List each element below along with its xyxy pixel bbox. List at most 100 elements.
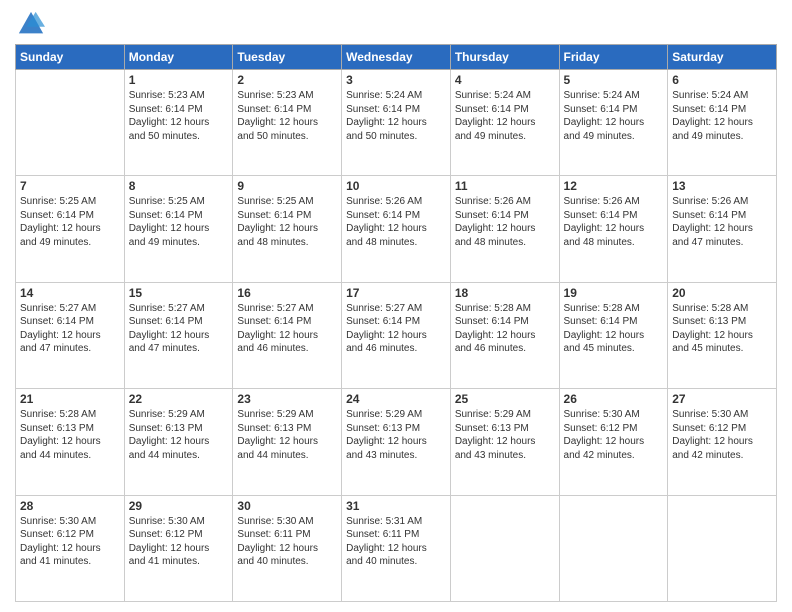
logo [15, 10, 45, 38]
day-number: 28 [20, 499, 120, 513]
calendar-cell [450, 495, 559, 601]
day-info: Sunrise: 5:29 AM Sunset: 6:13 PM Dayligh… [237, 408, 337, 462]
day-info: Sunrise: 5:30 AM Sunset: 6:12 PM Dayligh… [564, 408, 664, 462]
calendar-cell: 30 Sunrise: 5:30 AM Sunset: 6:11 PM Dayli… [233, 495, 342, 601]
day-header-monday: Monday [124, 45, 233, 70]
day-info: Sunrise: 5:28 AM Sunset: 6:14 PM Dayligh… [455, 302, 555, 356]
calendar-cell: 11Sunrise: 5:26 AM Sunset: 6:14 PM Dayli… [450, 176, 559, 282]
day-number: 4 [455, 73, 555, 87]
calendar-cell: 25 Sunrise: 5:29 AM Sunset: 6:13 PM Dayli… [450, 389, 559, 495]
calendar-cell: 24 Sunrise: 5:29 AM Sunset: 6:13 PM Dayli… [342, 389, 451, 495]
day-number: 8 [129, 179, 229, 193]
day-number: 25 [455, 392, 555, 406]
day-info: Sunrise: 5:26 AM Sunset: 6:14 PM Dayligh… [672, 195, 772, 249]
day-info: Sunrise: 5:30 AM Sunset: 6:12 PM Dayligh… [20, 515, 120, 569]
day-info: Sunrise: 5:29 AM Sunset: 6:13 PM Dayligh… [346, 408, 446, 462]
day-number: 23 [237, 392, 337, 406]
calendar-cell: 13 Sunrise: 5:26 AM Sunset: 6:14 PM Dayli… [668, 176, 777, 282]
day-info: Sunrise: 5:30 AM Sunset: 6:12 PM Dayligh… [129, 515, 229, 569]
calendar: SundayMondayTuesdayWednesdayThursdayFrid… [15, 44, 777, 602]
day-number: 7 [20, 179, 120, 193]
day-info: Sunrise: 5:28 AM Sunset: 6:14 PM Dayligh… [564, 302, 664, 356]
calendar-cell: 20 Sunrise: 5:28 AM Sunset: 6:13 PM Dayli… [668, 282, 777, 388]
day-number: 13 [672, 179, 772, 193]
calendar-cell: 10Sunrise: 5:26 AM Sunset: 6:14 PM Dayli… [342, 176, 451, 282]
day-number: 9 [237, 179, 337, 193]
day-info: Sunrise: 5:30 AM Sunset: 6:11 PM Dayligh… [237, 515, 337, 569]
day-info: Sunrise: 5:26 AM Sunset: 6:14 PM Dayligh… [455, 195, 555, 249]
day-info: Sunrise: 5:27 AM Sunset: 6:14 PM Dayligh… [20, 302, 120, 356]
header [15, 10, 777, 38]
day-info: Sunrise: 5:28 AM Sunset: 6:13 PM Dayligh… [672, 302, 772, 356]
calendar-cell: 14 Sunrise: 5:27 AM Sunset: 6:14 PM Dayli… [16, 282, 125, 388]
calendar-cell [559, 495, 668, 601]
calendar-cell: 5 Sunrise: 5:24 AM Sunset: 6:14 PM Daylig… [559, 70, 668, 176]
day-number: 15 [129, 286, 229, 300]
day-info: Sunrise: 5:23 AM Sunset: 6:14 PM Dayligh… [237, 89, 337, 143]
calendar-cell: 28 Sunrise: 5:30 AM Sunset: 6:12 PM Dayli… [16, 495, 125, 601]
day-number: 2 [237, 73, 337, 87]
day-info: Sunrise: 5:24 AM Sunset: 6:14 PM Dayligh… [455, 89, 555, 143]
day-number: 14 [20, 286, 120, 300]
day-header-thursday: Thursday [450, 45, 559, 70]
calendar-cell: 21Sunrise: 5:28 AM Sunset: 6:13 PM Dayli… [16, 389, 125, 495]
day-number: 6 [672, 73, 772, 87]
day-info: Sunrise: 5:26 AM Sunset: 6:14 PM Dayligh… [564, 195, 664, 249]
day-info: Sunrise: 5:27 AM Sunset: 6:14 PM Dayligh… [129, 302, 229, 356]
day-info: Sunrise: 5:26 AM Sunset: 6:14 PM Dayligh… [346, 195, 446, 249]
calendar-cell: 29Sunrise: 5:30 AM Sunset: 6:12 PM Dayli… [124, 495, 233, 601]
day-number: 30 [237, 499, 337, 513]
day-number: 12 [564, 179, 664, 193]
day-number: 31 [346, 499, 446, 513]
day-number: 16 [237, 286, 337, 300]
calendar-header-row: SundayMondayTuesdayWednesdayThursdayFrid… [16, 45, 777, 70]
day-header-sunday: Sunday [16, 45, 125, 70]
day-info: Sunrise: 5:29 AM Sunset: 6:13 PM Dayligh… [455, 408, 555, 462]
day-number: 19 [564, 286, 664, 300]
calendar-cell: 17 Sunrise: 5:27 AM Sunset: 6:14 PM Dayli… [342, 282, 451, 388]
day-header-tuesday: Tuesday [233, 45, 342, 70]
calendar-cell: 15 Sunrise: 5:27 AM Sunset: 6:14 PM Dayli… [124, 282, 233, 388]
calendar-cell: 1 Sunrise: 5:23 AM Sunset: 6:14 PM Daylig… [124, 70, 233, 176]
day-header-saturday: Saturday [668, 45, 777, 70]
calendar-cell: 31 Sunrise: 5:31 AM Sunset: 6:11 PM Dayli… [342, 495, 451, 601]
calendar-cell: 8 Sunrise: 5:25 AM Sunset: 6:14 PM Daylig… [124, 176, 233, 282]
day-info: Sunrise: 5:24 AM Sunset: 6:14 PM Dayligh… [346, 89, 446, 143]
calendar-cell: 7 Sunrise: 5:25 AM Sunset: 6:14 PM Daylig… [16, 176, 125, 282]
page: SundayMondayTuesdayWednesdayThursdayFrid… [0, 0, 792, 612]
day-info: Sunrise: 5:24 AM Sunset: 6:14 PM Dayligh… [564, 89, 664, 143]
day-info: Sunrise: 5:31 AM Sunset: 6:11 PM Dayligh… [346, 515, 446, 569]
calendar-cell: 22 Sunrise: 5:29 AM Sunset: 6:13 PM Dayli… [124, 389, 233, 495]
calendar-cell: 16 Sunrise: 5:27 AM Sunset: 6:14 PM Dayli… [233, 282, 342, 388]
logo-icon [17, 10, 45, 38]
day-number: 5 [564, 73, 664, 87]
calendar-week-2: 7 Sunrise: 5:25 AM Sunset: 6:14 PM Daylig… [16, 176, 777, 282]
calendar-cell: 23 Sunrise: 5:29 AM Sunset: 6:13 PM Dayli… [233, 389, 342, 495]
day-header-wednesday: Wednesday [342, 45, 451, 70]
day-number: 24 [346, 392, 446, 406]
day-info: Sunrise: 5:28 AM Sunset: 6:13 PM Dayligh… [20, 408, 120, 462]
day-info: Sunrise: 5:25 AM Sunset: 6:14 PM Dayligh… [129, 195, 229, 249]
calendar-week-1: 1 Sunrise: 5:23 AM Sunset: 6:14 PM Daylig… [16, 70, 777, 176]
day-info: Sunrise: 5:27 AM Sunset: 6:14 PM Dayligh… [237, 302, 337, 356]
calendar-cell: 3 Sunrise: 5:24 AM Sunset: 6:14 PM Daylig… [342, 70, 451, 176]
calendar-cell: 4 Sunrise: 5:24 AM Sunset: 6:14 PM Daylig… [450, 70, 559, 176]
day-number: 20 [672, 286, 772, 300]
day-info: Sunrise: 5:24 AM Sunset: 6:14 PM Dayligh… [672, 89, 772, 143]
day-number: 3 [346, 73, 446, 87]
day-info: Sunrise: 5:29 AM Sunset: 6:13 PM Dayligh… [129, 408, 229, 462]
day-info: Sunrise: 5:27 AM Sunset: 6:14 PM Dayligh… [346, 302, 446, 356]
day-info: Sunrise: 5:30 AM Sunset: 6:12 PM Dayligh… [672, 408, 772, 462]
calendar-cell: 6 Sunrise: 5:24 AM Sunset: 6:14 PM Daylig… [668, 70, 777, 176]
day-number: 17 [346, 286, 446, 300]
day-number: 22 [129, 392, 229, 406]
day-number: 18 [455, 286, 555, 300]
day-header-friday: Friday [559, 45, 668, 70]
calendar-cell: 27Sunrise: 5:30 AM Sunset: 6:12 PM Dayli… [668, 389, 777, 495]
calendar-cell [16, 70, 125, 176]
calendar-cell: 18 Sunrise: 5:28 AM Sunset: 6:14 PM Dayli… [450, 282, 559, 388]
day-info: Sunrise: 5:25 AM Sunset: 6:14 PM Dayligh… [20, 195, 120, 249]
day-info: Sunrise: 5:23 AM Sunset: 6:14 PM Dayligh… [129, 89, 229, 143]
day-number: 26 [564, 392, 664, 406]
day-number: 1 [129, 73, 229, 87]
